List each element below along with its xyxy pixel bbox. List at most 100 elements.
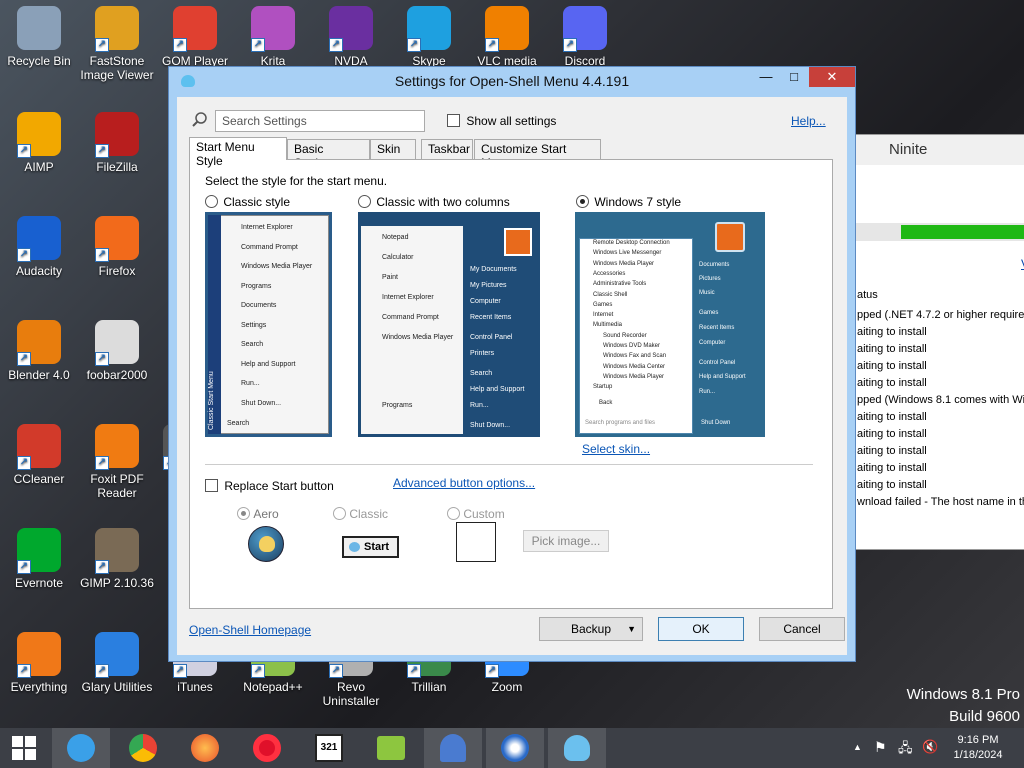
taskbar-ie[interactable] <box>52 728 110 768</box>
taskbar-chrome[interactable] <box>114 728 172 768</box>
eye-icon: ↗ <box>95 6 139 52</box>
desktop-icon-glary[interactable]: ↗ Glary Utilities <box>78 632 156 694</box>
taskbar-calendar[interactable]: 321 <box>300 728 358 768</box>
win7-style-preview[interactable]: Remote Desktop Connection Windows Live Me… <box>575 212 765 437</box>
classic-button-radio[interactable]: Classic <box>333 506 388 521</box>
aero-radio-dot[interactable] <box>237 507 250 521</box>
search-settings-input[interactable]: Search Settings <box>215 110 425 132</box>
open-shell-homepage-link[interactable]: Open-Shell Homepage <box>189 623 311 637</box>
shortcut-arrow-icon: ↗ <box>17 664 31 678</box>
two-columns-radio-dot[interactable] <box>358 195 371 209</box>
two-col-right-item: Printers <box>470 350 495 357</box>
close-button[interactable]: ✕ <box>809 67 855 87</box>
shortcut-arrow-icon: ↗ <box>95 144 109 158</box>
tray-clock[interactable]: 9:16 PM 1/18/2024 <box>946 733 1010 763</box>
desktop-icon-skype[interactable]: ↗ Skype <box>390 6 468 68</box>
help-link[interactable]: Help... <box>791 114 826 128</box>
win7-radio-dot[interactable] <box>576 195 589 209</box>
classic-preview-item: Internet Explorer <box>241 224 293 231</box>
win7-style-radio[interactable]: Windows 7 style <box>576 194 681 209</box>
desktop-icon-gimp[interactable]: ↗ GIMP 2.10.36 <box>78 528 156 590</box>
two-columns-style-radio[interactable]: Classic with two columns <box>358 194 510 209</box>
desktop-icon-label: Foxit PDF Reader <box>90 472 144 500</box>
cone-icon: ↗ <box>485 6 529 52</box>
maximize-button[interactable]: □ <box>781 67 807 87</box>
show-all-checkbox-box[interactable] <box>447 114 460 128</box>
desktop-icon-aimp[interactable]: ↗ AIMP <box>0 112 78 174</box>
desktop-icon-vlc[interactable]: ↗ VLC media <box>468 6 546 68</box>
desktop-icon-evernote[interactable]: ↗ Evernote <box>0 528 78 590</box>
desktop-icon-label: AIMP <box>24 160 54 174</box>
desktop-icon-ccleaner[interactable]: ↗ CCleaner <box>0 424 78 486</box>
panel-divider <box>205 464 813 465</box>
two-col-avatar <box>504 228 532 256</box>
desktop-icon-filezilla[interactable]: ↗ FileZilla <box>78 112 156 174</box>
desktop-icon-audacity[interactable]: ↗ Audacity <box>0 216 78 278</box>
desktop-icon-label: Firefox <box>98 264 136 278</box>
desktop-icon-everything[interactable]: ↗ Everything <box>0 632 78 694</box>
shortcut-arrow-icon: ↗ <box>95 560 109 574</box>
win7-right-item: Control Panel <box>699 360 736 366</box>
custom-button-radio[interactable]: Custom <box>447 506 505 521</box>
replace-start-checkbox-box[interactable] <box>205 479 218 493</box>
win7-right-item: Pictures <box>699 276 721 282</box>
start-button[interactable] <box>0 728 48 768</box>
win7-left-item: Administrative Tools <box>593 281 647 288</box>
desktop-icon-foxit[interactable]: ↗ Foxit PDF Reader <box>78 424 156 500</box>
desktop-icon-label: FastStone Image Viewer <box>80 54 154 82</box>
taskbar-open-shell[interactable] <box>548 728 606 768</box>
classic-style-label: Classic style <box>223 194 291 209</box>
pick-image-button[interactable]: Pick image... <box>523 530 609 552</box>
tab-taskbar[interactable]: Taskbar <box>421 139 473 159</box>
desktop-icon-blender[interactable]: ↗ Blender 4.0 <box>0 320 78 382</box>
taskbar-firefox[interactable] <box>176 728 234 768</box>
classic-style-radio[interactable]: Classic style <box>205 194 290 209</box>
settings-dialog: Settings for Open-Shell Menu 4.4.191 — □… <box>168 66 856 662</box>
cancel-button[interactable]: Cancel <box>759 617 845 641</box>
shortcut-arrow-icon: ↗ <box>17 248 31 262</box>
dialog-titlebar[interactable]: Settings for Open-Shell Menu 4.4.191 — □… <box>169 67 855 93</box>
classic-button-radio-dot[interactable] <box>333 507 346 521</box>
desktop-icon-firefox[interactable]: ↗ Firefox <box>78 216 156 278</box>
show-all-label: Show all settings <box>466 113 557 128</box>
advanced-button-options-link[interactable]: Advanced button options... <box>393 476 535 490</box>
ok-button[interactable]: OK <box>658 617 744 641</box>
desktop-icon-faststone[interactable]: ↗ FastStone Image Viewer <box>78 6 156 82</box>
backup-button[interactable]: Backup ▼ <box>539 617 643 641</box>
select-skin-link[interactable]: Select skin... <box>582 442 650 456</box>
tab-basic-settings[interactable]: Basic Settings <box>287 139 370 170</box>
tab-start-menu-style[interactable]: Start Menu Style <box>189 137 287 168</box>
classic-style-preview[interactable]: Classic Start Menu Internet Explorer Comm… <box>205 212 332 437</box>
taskbar-thunderbird[interactable] <box>486 728 544 768</box>
tab-customize-start-menu[interactable]: Customize Start Menu <box>474 139 601 170</box>
minimize-button[interactable]: — <box>753 67 779 87</box>
custom-button-radio-dot[interactable] <box>447 507 460 521</box>
flag-icon[interactable]: ⚑ <box>874 739 887 756</box>
aero-radio[interactable]: Aero <box>237 506 279 521</box>
win7-left-item: Classic Shell <box>593 291 628 298</box>
desktop-icon-recycle[interactable]: Recycle Bin <box>0 6 78 68</box>
desktop-icon-foobar[interactable]: ↗ foobar2000 <box>78 320 156 382</box>
taskbar-shell-app[interactable] <box>424 728 482 768</box>
replace-start-checkbox[interactable]: Replace Start button <box>205 478 334 493</box>
shortcut-arrow-icon: ↗ <box>407 664 421 678</box>
windows-logo-icon <box>12 736 36 760</box>
tab-skin[interactable]: Skin <box>370 139 416 159</box>
network-icon[interactable]: 🖧 <box>898 739 913 761</box>
win7-left-item: Games <box>593 301 613 308</box>
win7-left-item: Windows Live Messenger <box>593 250 662 257</box>
desktop-icon-krita[interactable]: ↗ Krita <box>234 6 312 68</box>
taskbar-network-folder[interactable] <box>362 728 420 768</box>
desktop-icon-nvda[interactable]: ↗ NVDA <box>312 6 390 68</box>
show-all-settings-checkbox[interactable]: Show all settings <box>447 113 556 128</box>
tray-chevron-icon[interactable]: ▲ <box>853 742 862 752</box>
taskbar-opera[interactable] <box>238 728 296 768</box>
two-columns-style-preview[interactable]: Notepad Calculator Paint Internet Explorer C… <box>358 212 540 437</box>
desktop-icon-gom[interactable]: ↗ GOM Player <box>156 6 234 68</box>
classic-radio-dot[interactable] <box>205 195 218 209</box>
volume-muted-icon[interactable]: 🔇 <box>922 739 938 755</box>
desktop-icon-label: GIMP 2.10.36 <box>80 576 154 590</box>
desktop-icon-label: FileZilla <box>96 160 138 174</box>
desktop-icon-label: Audacity <box>15 264 63 278</box>
desktop-icon-discord[interactable]: ↗ Discord <box>546 6 624 68</box>
